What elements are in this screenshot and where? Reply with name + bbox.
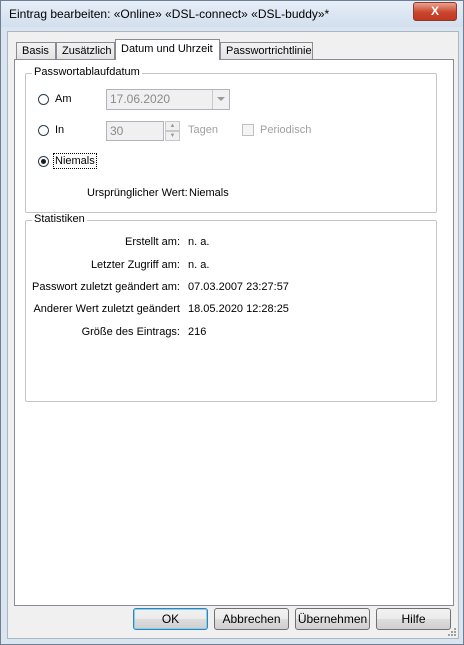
statistics-group: Statistiken Erstellt am: n. a. Letzter Z…: [25, 213, 437, 402]
help-button[interactable]: Hilfe: [376, 608, 451, 630]
stat-label-password-changed: Passwort zuletzt geändert am:: [32, 281, 180, 293]
radio-am-label[interactable]: Am: [55, 93, 72, 105]
statistics-group-label: Statistiken: [32, 213, 87, 225]
stat-value-other-changed: 18.05.2020 12:28:25: [188, 303, 289, 315]
radio-niemals[interactable]: [38, 156, 49, 167]
window-title: Eintrag bearbeiten: «Online» «DSL-connec…: [9, 7, 330, 21]
chevron-down-icon[interactable]: [212, 90, 229, 109]
stat-value-password-changed: 07.03.2007 23:27:57: [188, 281, 289, 293]
tab-basis[interactable]: Basis: [16, 42, 56, 59]
stat-label-created: Erstellt am:: [124, 236, 180, 248]
stat-label-last-access: Letzter Zugriff am:: [90, 259, 180, 271]
periodic-checkbox[interactable]: [242, 124, 254, 136]
ok-button[interactable]: OK: [133, 608, 208, 630]
stat-label-other-changed: Anderer Wert zuletzt geändert: [33, 303, 180, 315]
days-input[interactable]: 30: [106, 121, 164, 141]
expiry-group: Passwortablaufdatum Am 17.06.2020 In 30 …: [25, 66, 437, 213]
stat-label-entry-size: Größe des Eintrags:: [81, 326, 180, 338]
tab-passwortrichtlinie[interactable]: Passwortrichtlinie: [220, 42, 313, 59]
date-dropdown[interactable]: 17.06.2020: [106, 89, 230, 110]
days-spinner[interactable]: ▲ ▼: [165, 121, 180, 141]
dialog-window: Eintrag bearbeiten: «Online» «DSL-connec…: [0, 0, 464, 645]
cancel-button[interactable]: Abbrechen: [214, 608, 289, 630]
expiry-group-label: Passwortablaufdatum: [32, 66, 142, 78]
periodic-label[interactable]: Periodisch: [260, 124, 311, 136]
close-button[interactable]: X: [413, 2, 457, 21]
title-bar[interactable]: Eintrag bearbeiten: «Online» «DSL-connec…: [1, 1, 463, 27]
spin-up-icon[interactable]: ▲: [165, 121, 180, 131]
radio-in-label[interactable]: In: [55, 124, 64, 136]
spin-down-icon[interactable]: ▼: [165, 131, 180, 141]
radio-in[interactable]: [38, 125, 49, 136]
stat-value-entry-size: 216: [188, 326, 207, 338]
original-value-label: Ursprünglicher Wert:: [87, 187, 188, 199]
tab-panel: Passwortablaufdatum Am 17.06.2020 In 30 …: [14, 59, 454, 606]
tab-datum-und-uhrzeit[interactable]: Datum und Uhrzeit: [115, 39, 220, 60]
radio-am[interactable]: [38, 94, 49, 105]
original-value: Niemals: [189, 187, 229, 199]
stat-value-created: n. a.: [188, 236, 210, 248]
radio-niemals-label[interactable]: Niemals: [53, 153, 97, 169]
tab-zusaetzlich[interactable]: Zusätzlich: [56, 42, 115, 59]
stat-value-last-access: n. a.: [188, 259, 210, 271]
date-value: 17.06.2020: [110, 92, 171, 106]
dialog-client-area: Basis Zusätzlich Datum und Uhrzeit Passw…: [7, 31, 459, 639]
days-unit-label: Tagen: [188, 124, 218, 136]
apply-button[interactable]: Übernehmen: [295, 608, 370, 630]
resize-grip-icon[interactable]: [447, 627, 457, 637]
